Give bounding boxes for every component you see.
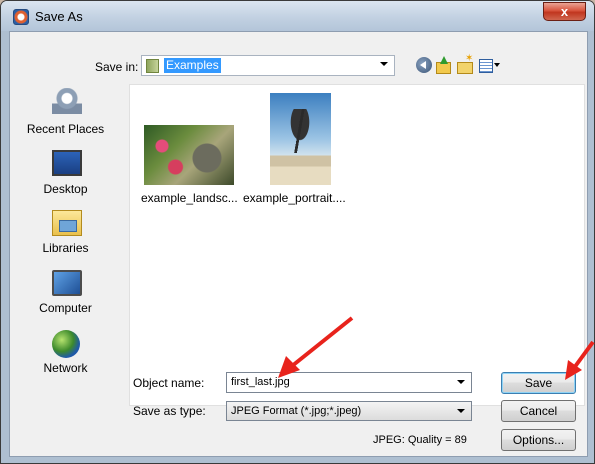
chevron-down-icon [457,409,465,413]
save-button[interactable]: Save [501,372,576,394]
libraries-icon [52,210,82,236]
save-as-type-dropdown[interactable]: JPEG Format (*.jpg;*.jpeg) [226,401,472,421]
title-bar[interactable]: Save As x [1,1,594,31]
place-label: Computer [39,301,92,315]
file-name[interactable]: example_landsc... [141,191,238,205]
save-as-type-label: Save as type: [133,404,206,418]
chevron-down-icon[interactable] [457,380,465,384]
chevron-down-icon [380,62,388,66]
place-label: Libraries [42,241,89,255]
save-in-dropdown[interactable]: Examples [141,55,395,76]
view-menu-icon[interactable] [479,57,501,73]
computer-icon [52,270,82,296]
folder-icon [146,59,159,73]
up-folder-icon[interactable] [435,56,451,74]
portrait-thumbnail[interactable] [270,93,331,185]
place-label: Network [43,361,88,375]
place-label: Recent Places [26,122,105,136]
object-name-field[interactable]: first_last.jpg [226,372,472,393]
places-bar: Recent Places Desktop Libraries Computer… [10,84,121,406]
cancel-button[interactable]: Cancel [501,400,576,422]
save-in-value: Examples [164,58,221,73]
jpeg-quality-text: JPEG: Quality = 89 [373,434,467,446]
back-icon[interactable] [416,57,432,73]
save-as-type-value: JPEG Format (*.jpg;*.jpeg) [231,405,362,417]
recent-places-icon [52,88,82,114]
landscape-thumbnail[interactable] [144,125,234,185]
options-button[interactable]: Options... [501,429,576,451]
network-icon [52,330,80,358]
dialog-body: Save in: Examples Recent Places Desktop … [9,31,588,457]
save-as-dialog: Save As x Save in: Examples Recent Place… [0,0,595,464]
file-list[interactable]: example_landsc... example_portrait.... [129,84,585,406]
object-name-value: first_last.jpg [231,376,290,388]
window-title: Save As [35,9,83,24]
file-name[interactable]: example_portrait.... [243,191,346,205]
close-button[interactable]: x [543,2,586,21]
object-name-label: Object name: [133,376,205,390]
desktop-icon [52,150,82,176]
save-in-label: Save in: [95,60,139,74]
place-label: Desktop [43,182,88,196]
app-icon [13,9,29,25]
new-folder-icon[interactable] [457,53,473,74]
